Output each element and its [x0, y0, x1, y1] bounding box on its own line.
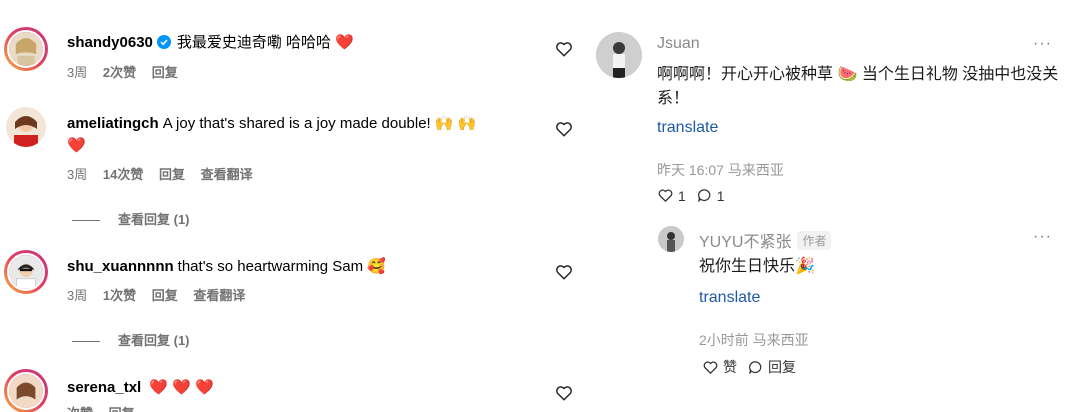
like-heart-icon[interactable] [555, 40, 573, 58]
reply-button[interactable]: 回复 [159, 167, 185, 182]
reply-time-location: 2小时前 马来西亚 [699, 332, 809, 348]
comment-time: 3周 [67, 167, 88, 182]
reply-button[interactable]: 回复 [747, 357, 796, 377]
like-button[interactable]: 赞 [702, 357, 737, 377]
avatar[interactable] [4, 27, 48, 71]
avatar[interactable] [6, 107, 46, 147]
translate-link[interactable]: translate [657, 119, 718, 137]
comment-body: 我最爱史迪奇嘞 哈哈哈 [176, 34, 332, 51]
comment-button[interactable]: 1 [696, 187, 725, 204]
comment-text: shandy0630 我最爱史迪奇嘞 哈哈哈 ❤️ [67, 32, 530, 54]
translate-button[interactable]: 查看翻译 [201, 167, 253, 182]
comment-meta: 3周 1次赞 回复 查看翻译 [67, 287, 257, 305]
like-count[interactable]: 1次赞 [103, 288, 136, 303]
reply-actions: 赞 回复 [702, 357, 806, 377]
comment-body: 啊啊啊！开心开心被种草 🍉 当个生日礼物 没抽中也没关系！ [657, 66, 1059, 107]
like-heart-icon[interactable] [555, 263, 573, 281]
comment-bubble-icon [749, 360, 762, 374]
avatar[interactable] [4, 250, 48, 294]
instagram-comments-panel: shandy0630 我最爱史迪奇嘞 哈哈哈 ❤️ 3周 2次赞 回复 ameli… [0, 0, 590, 412]
view-replies-button[interactable]: 查看回复 (1) [72, 330, 190, 349]
more-options-icon[interactable]: ··· [1033, 228, 1052, 246]
more-options-icon[interactable]: ··· [1033, 35, 1052, 53]
smiling-hearts-emoji: 🥰 [367, 258, 386, 275]
translate-button[interactable]: 查看翻译 [193, 288, 245, 303]
heart-emoji: ❤️ [335, 34, 354, 51]
author-badge: 作者 [797, 231, 832, 250]
username[interactable]: shu_xuannnnn [67, 258, 174, 275]
view-replies-label: 查看回复 (1) [118, 333, 190, 348]
reply-label: 回复 [768, 359, 796, 375]
like-button[interactable]: 1 [657, 187, 686, 204]
like-heart-icon[interactable] [555, 120, 573, 138]
heart-emoji: ❤️ [67, 137, 86, 154]
comment-time-location: 昨天 16:07 马来西亚 [657, 162, 784, 178]
comment-text: serena_txl ❤️ ❤️ ❤️ [67, 377, 530, 399]
divider-line [72, 341, 100, 343]
like-heart-icon[interactable] [555, 384, 573, 402]
like-count: 1 [678, 187, 686, 204]
commenter-name[interactable]: Jsuan [657, 35, 700, 53]
heart-emoji: ❤️ ❤️ ❤️ [149, 379, 214, 396]
username[interactable]: serena_txl [67, 379, 141, 396]
comment-count: 1 [716, 187, 725, 204]
comment-body: that's so heartwarming Sam [177, 258, 364, 275]
comment-meta: 3周 14次赞 回复 查看翻译 [67, 166, 265, 184]
comment-bubble-icon [697, 189, 711, 202]
reply-body: 祝你生日快乐🎉 [699, 258, 815, 275]
comment-actions: 1 1 [657, 187, 735, 204]
avatar[interactable] [4, 369, 48, 412]
username[interactable]: shandy0630 [67, 34, 153, 51]
comment-meta: 3周 2次赞 回复 [67, 64, 190, 82]
raised-hands-emoji: 🙌 🙌 [434, 115, 477, 132]
username[interactable]: ameliatingch [67, 115, 159, 132]
comment-time: 3周 [67, 288, 88, 303]
view-replies-button[interactable]: 查看回复 (1) [72, 209, 190, 228]
reply-author-name[interactable]: YUYU不紧张 [699, 234, 791, 251]
like-count[interactable]: 2次赞 [103, 65, 136, 80]
heart-icon [703, 360, 718, 374]
comment-meta: 次赞 回复 [67, 405, 147, 412]
comment-body: A joy that's shared is a joy made double… [162, 115, 431, 132]
verified-badge-icon [156, 35, 171, 49]
reply-button[interactable]: 回复 [152, 288, 178, 303]
heart-icon [658, 189, 673, 202]
xiaohongshu-comments-panel: Jsuan ··· 啊啊啊！开心开心被种草 🍉 当个生日礼物 没抽中也没关系！ … [590, 0, 1080, 412]
comment-text: shu_xuannnnn that's so heartwarming Sam 🥰 [67, 256, 530, 278]
like-count[interactable]: 14次赞 [103, 167, 143, 182]
reply-button[interactable]: 回复 [152, 65, 178, 80]
like-count[interactable]: 次赞 [67, 406, 93, 412]
view-replies-label: 查看回复 (1) [118, 212, 190, 227]
comment-time: 3周 [67, 65, 88, 80]
reply-avatar[interactable] [658, 226, 684, 252]
translate-link[interactable]: translate [699, 289, 760, 307]
reply-button[interactable]: 回复 [109, 406, 135, 412]
comment-text: ameliatingch A joy that's shared is a joy… [67, 113, 530, 157]
reply-name-row: YUYU不紧张 作者 [699, 228, 832, 252]
like-label: 赞 [723, 359, 737, 375]
avatar[interactable] [596, 32, 642, 78]
divider-line [72, 220, 100, 222]
